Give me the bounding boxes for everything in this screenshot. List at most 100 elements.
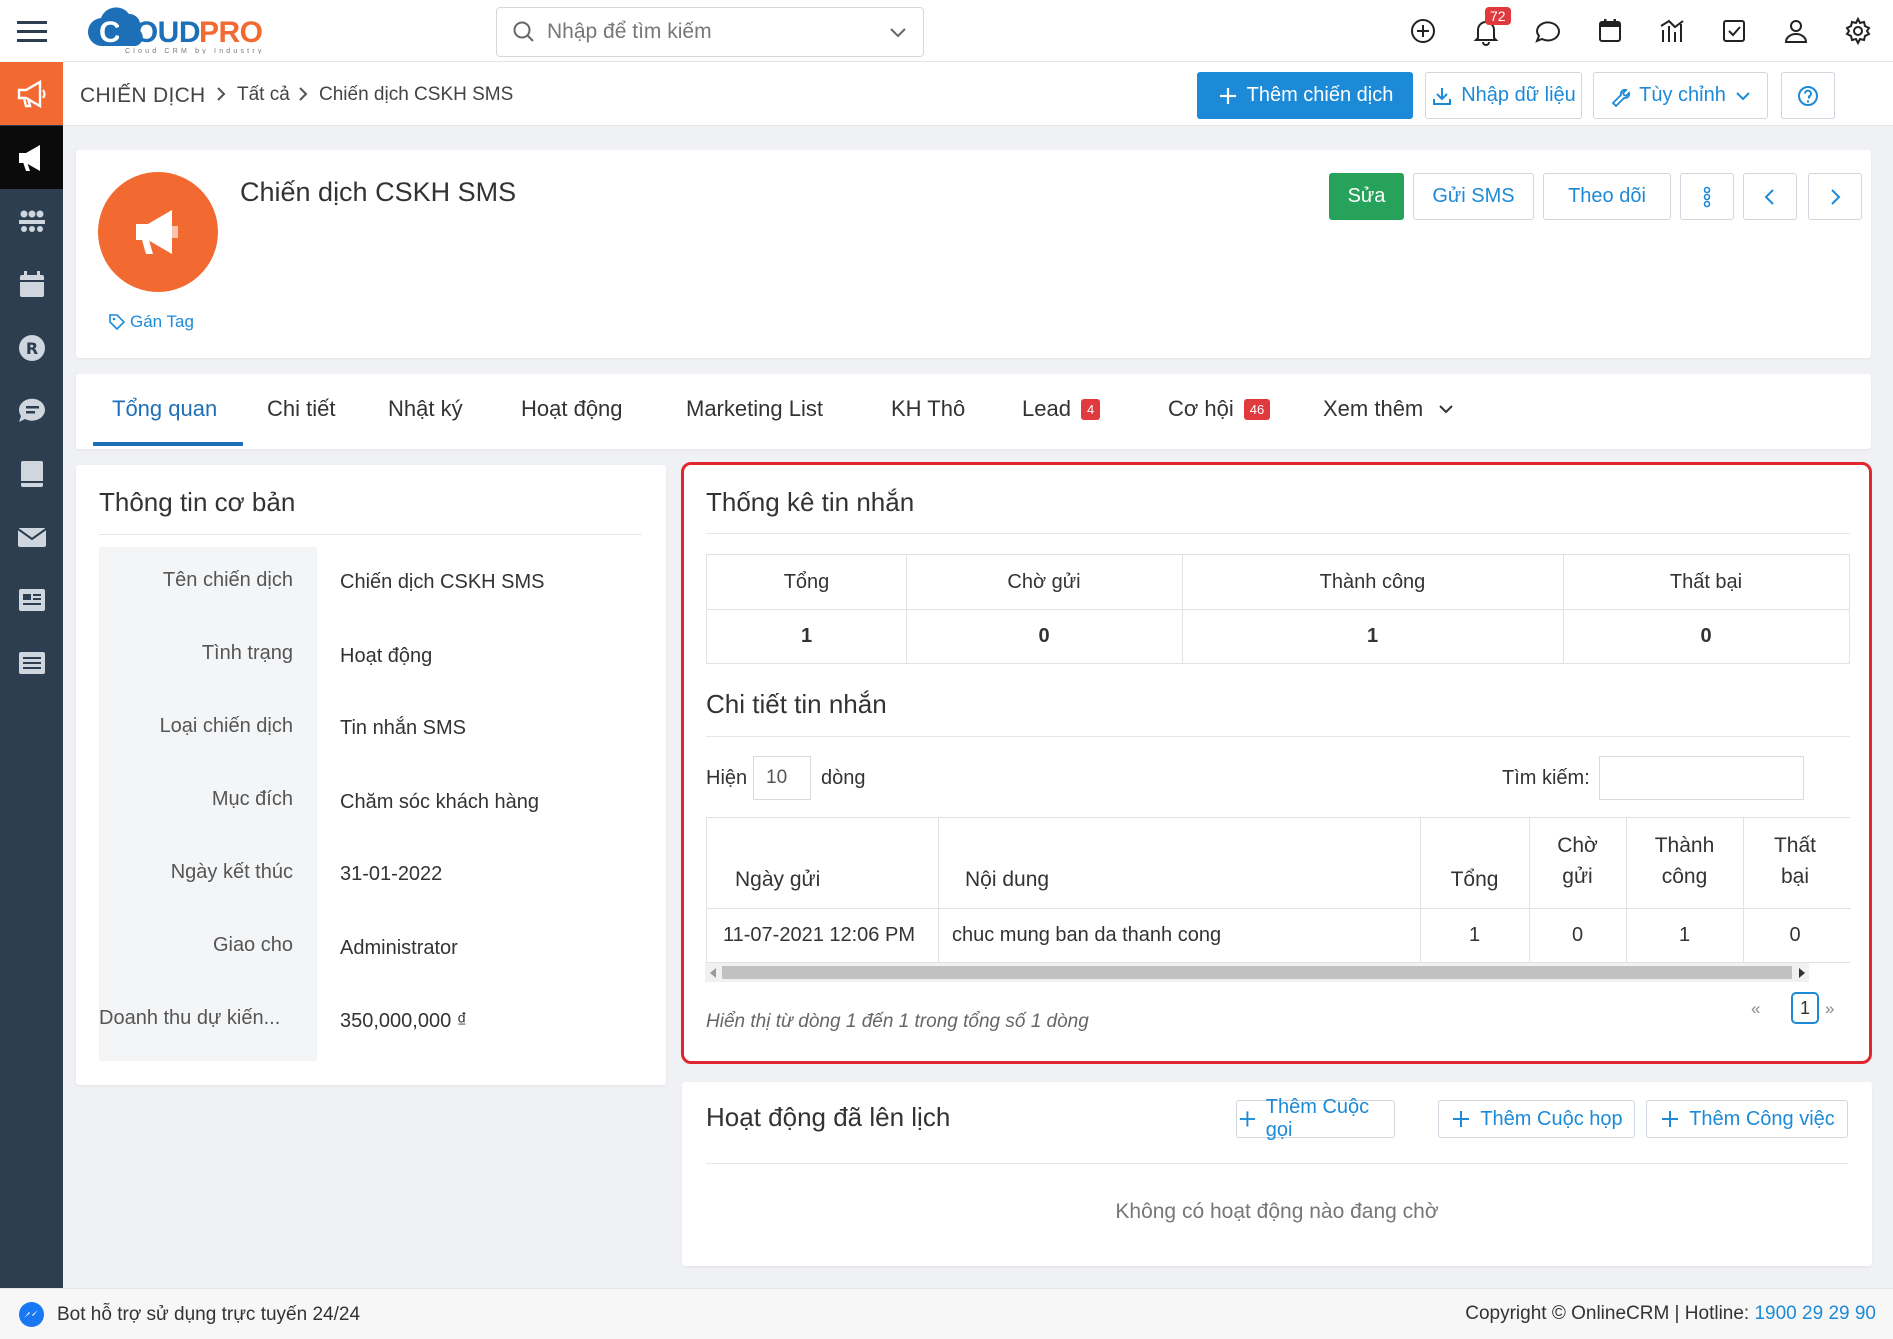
status-value[interactable]: Hoạt động xyxy=(340,645,432,668)
horizontal-scrollbar[interactable] xyxy=(705,963,1809,982)
help-icon xyxy=(1798,85,1818,106)
help-button[interactable] xyxy=(1781,72,1835,119)
col-header-pending[interactable]: Chờ gửi xyxy=(1529,830,1626,892)
chevron-down-icon[interactable] xyxy=(887,21,909,43)
col-header-success[interactable]: Thành công xyxy=(1626,830,1743,892)
sidebar-item-chat[interactable] xyxy=(0,379,63,442)
purpose-value[interactable]: Chăm sóc khách hàng xyxy=(340,791,539,814)
customize-button[interactable]: Tùy chỉnh xyxy=(1593,72,1768,119)
stats-total-value: 1 xyxy=(800,624,813,647)
header-line: công xyxy=(1661,865,1708,888)
pagination-next[interactable]: » xyxy=(1825,999,1834,1019)
sidebar-item-documents[interactable] xyxy=(0,568,63,631)
row-success: 1 xyxy=(1678,923,1691,946)
tab-activities[interactable]: Hoạt động xyxy=(521,396,623,422)
col-header-total[interactable]: Tổng xyxy=(1420,862,1529,898)
campaign-name-value[interactable]: Chiến dịch CSKH SMS xyxy=(340,571,545,594)
import-button[interactable]: Nhập dữ liệu xyxy=(1425,72,1582,119)
plus-icon xyxy=(1219,87,1236,104)
chat-bubble-icon[interactable] xyxy=(1533,16,1563,46)
tag-icon xyxy=(109,314,126,331)
sidebar-item-marketing[interactable] xyxy=(0,62,63,125)
pagination-current-page[interactable]: 1 xyxy=(1791,992,1819,1024)
add-task-button[interactable]: Thêm Công việc xyxy=(1646,1100,1848,1138)
breadcrumb-module[interactable]: CHIẾN DỊCH xyxy=(80,84,206,108)
tab-label: Nhật ký xyxy=(388,396,463,421)
more-actions-button[interactable] xyxy=(1680,173,1734,220)
send-sms-button[interactable]: Gửi SMS xyxy=(1413,173,1534,220)
tab-lead[interactable]: Lead 4 xyxy=(1022,396,1101,422)
add-campaign-button[interactable]: Thêm chiến dịch xyxy=(1197,72,1413,119)
wrench-icon xyxy=(1611,88,1631,107)
tab-opportunities[interactable]: Cơ hội 46 xyxy=(1168,396,1271,422)
menu-toggle[interactable] xyxy=(0,0,63,63)
show-label: Hiện xyxy=(706,767,748,789)
notification-count-badge: 72 xyxy=(1485,7,1511,25)
breadcrumb-all[interactable]: Tất cả xyxy=(237,84,290,106)
tab-log[interactable]: Nhật ký xyxy=(388,396,463,422)
add-call-label: Thêm Cuộc gọi xyxy=(1265,1096,1370,1141)
pagination-prev[interactable]: « xyxy=(1751,999,1760,1019)
sidebar-item-campaigns[interactable] xyxy=(0,126,63,189)
user-profile-icon[interactable] xyxy=(1781,16,1811,46)
calendar-top-icon[interactable] xyxy=(1595,16,1625,46)
expected-revenue-value[interactable]: 350,000,000 ₫ xyxy=(340,1010,467,1033)
svg-text:LOUD: LOUD xyxy=(117,16,200,49)
add-icon[interactable] xyxy=(1408,16,1438,46)
campaign-type-value[interactable]: Tin nhắn SMS xyxy=(340,717,466,740)
sidebar-item-list[interactable] xyxy=(0,631,63,694)
sidebar-item-knowledge[interactable] xyxy=(0,442,63,505)
add-meeting-button[interactable]: Thêm Cuộc họp xyxy=(1438,1100,1635,1138)
edit-button[interactable]: Sửa xyxy=(1329,173,1404,220)
record-header-card: Chiến dịch CSKH SMS Gán Tag Sửa Gửi SMS … xyxy=(76,150,1871,358)
col-header-content[interactable]: Nội dung xyxy=(965,862,1049,898)
row-date: 11-07-2021 12:06 PM xyxy=(723,923,915,946)
field-label: Mục đích xyxy=(211,788,293,810)
table-search-input[interactable] xyxy=(1599,756,1804,800)
tab-more[interactable]: Xem thêm xyxy=(1323,396,1455,422)
sidebar-item-contacts[interactable] xyxy=(0,190,63,253)
scheduled-activities-card: Hoạt động đã lên lịch Thêm Cuộc gọi Thêm… xyxy=(682,1082,1872,1266)
search-input[interactable] xyxy=(547,20,867,44)
scrollbar-thumb[interactable] xyxy=(722,966,1792,979)
hotline-link[interactable]: 1900 29 29 90 xyxy=(1754,1303,1876,1324)
add-meeting-label: Thêm Cuộc họp xyxy=(1480,1107,1623,1130)
tab-overview[interactable]: Tổng quan xyxy=(112,396,217,422)
assigned-to-value[interactable]: Administrator xyxy=(340,937,458,960)
tab-marketing-list[interactable]: Marketing List xyxy=(686,396,823,422)
rows-label: dòng xyxy=(821,767,866,789)
sidebar-item-reports[interactable]: R xyxy=(0,316,63,379)
col-header-fail[interactable]: Thất bại xyxy=(1743,830,1847,892)
sms-stats-table: Tổng Chờ gửi Thành công Thất bại 1 0 1 0 xyxy=(706,554,1850,664)
previous-record-button[interactable] xyxy=(1743,173,1797,220)
sidebar-item-email[interactable] xyxy=(0,505,63,568)
chart-icon[interactable] xyxy=(1657,16,1687,46)
settings-gear-icon[interactable] xyxy=(1843,16,1873,46)
stats-header: Tổng xyxy=(783,570,830,593)
page-length-select[interactable]: 10 xyxy=(753,756,811,800)
notification-bell[interactable]: 72 xyxy=(1471,7,1511,46)
scroll-left-arrow[interactable] xyxy=(710,968,716,978)
chevron-right-icon xyxy=(1831,188,1841,205)
stats-success-value: 1 xyxy=(1366,624,1379,647)
cloudpro-logo[interactable]: C LOUD PRO Cloud CRM by Industry xyxy=(73,6,303,54)
assign-tag-link[interactable]: Gán Tag xyxy=(108,312,194,332)
tab-details[interactable]: Chi tiết xyxy=(267,396,335,422)
next-record-button[interactable] xyxy=(1808,173,1862,220)
stats-pending-value: 0 xyxy=(1038,624,1050,647)
support-bot-label: Bot hỗ trợ sử dụng trực tuyến 24/24 xyxy=(57,1303,361,1325)
global-search[interactable] xyxy=(496,7,924,57)
scheduled-title: Hoạt động đã lên lịch xyxy=(706,1102,951,1132)
tab-raw-customers[interactable]: KH Thô xyxy=(891,396,965,422)
scroll-right-arrow[interactable] xyxy=(1799,968,1805,978)
support-bot-link[interactable]: Bot hỗ trợ sử dụng trực tuyến 24/24 xyxy=(18,1301,360,1328)
copyright-text: Copyright © OnlineCRM | Hotline: xyxy=(1465,1303,1755,1324)
sidebar-item-calendar[interactable] xyxy=(0,253,63,316)
add-call-button[interactable]: Thêm Cuộc gọi xyxy=(1236,1096,1395,1141)
row-pending: 0 xyxy=(1571,923,1584,946)
follow-button[interactable]: Theo dõi xyxy=(1543,173,1671,220)
col-header-date[interactable]: Ngày gửi xyxy=(735,862,820,898)
end-date-value[interactable]: 31-01-2022 xyxy=(340,863,442,886)
stats-header: Thành công xyxy=(1319,570,1426,593)
task-check-icon[interactable] xyxy=(1719,16,1749,46)
